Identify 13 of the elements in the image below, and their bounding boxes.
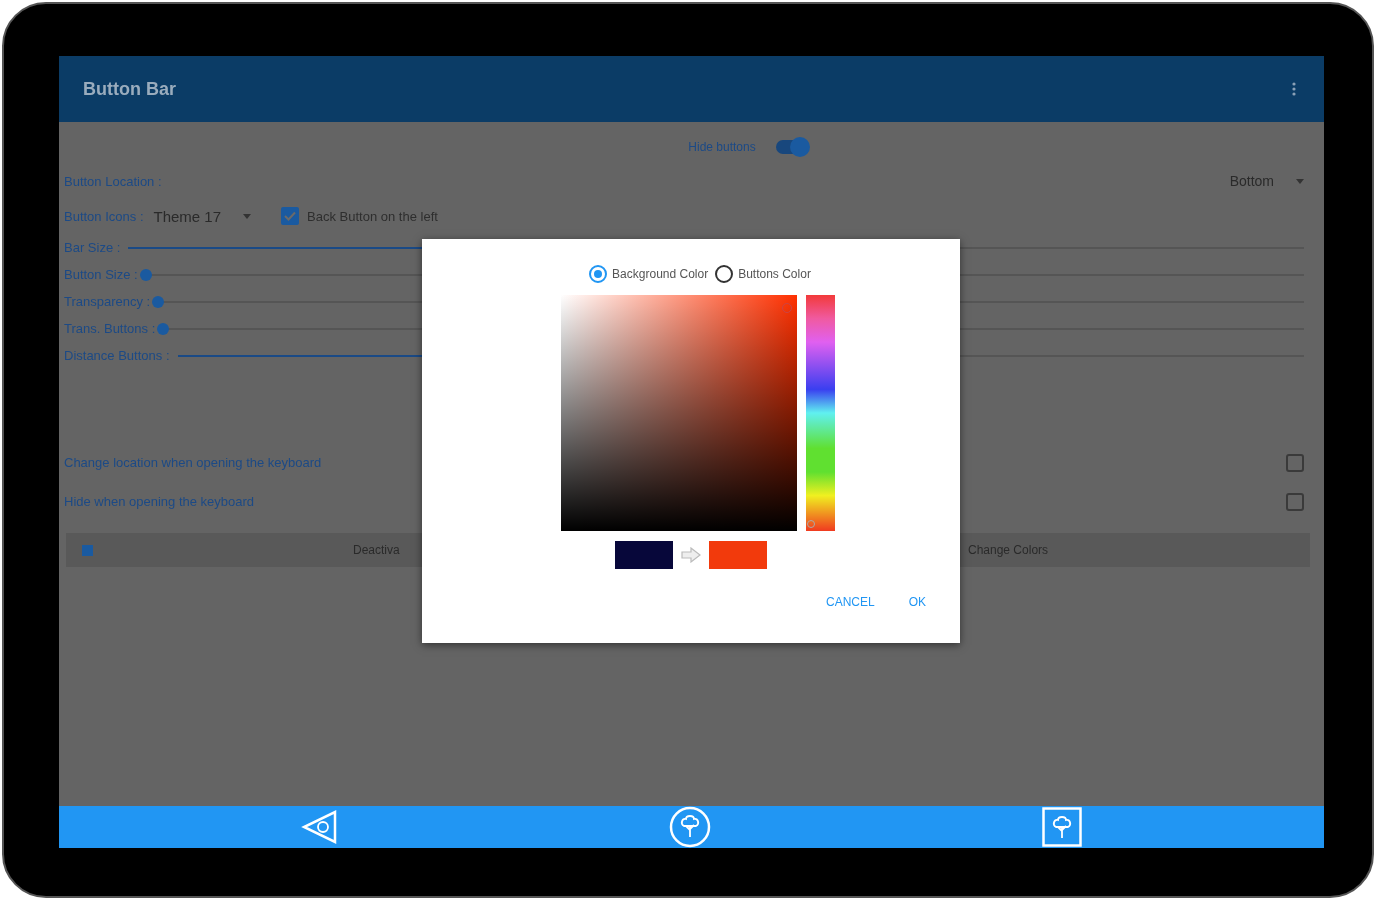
setting-label: Button Location :	[64, 173, 162, 189]
setting-label: Change location when opening the keyboard	[64, 455, 322, 470]
slider-label: Button Size :	[64, 267, 138, 282]
setting-label: Hide when opening the keyboard	[64, 494, 255, 509]
slider-label: Distance Buttons :	[64, 348, 170, 363]
dropdown-value: Theme 17	[153, 207, 222, 225]
slider-label: Trans. Buttons :	[64, 321, 156, 336]
slider-label: Bar Size :	[64, 240, 121, 255]
toggle-label: Hide buttons	[688, 140, 756, 154]
setting-label: Button Icons :	[64, 208, 144, 224]
app-title: Button Bar	[83, 78, 176, 100]
dropdown-value: Bottom	[1229, 173, 1274, 189]
slider-label: Transparency :	[64, 294, 151, 309]
